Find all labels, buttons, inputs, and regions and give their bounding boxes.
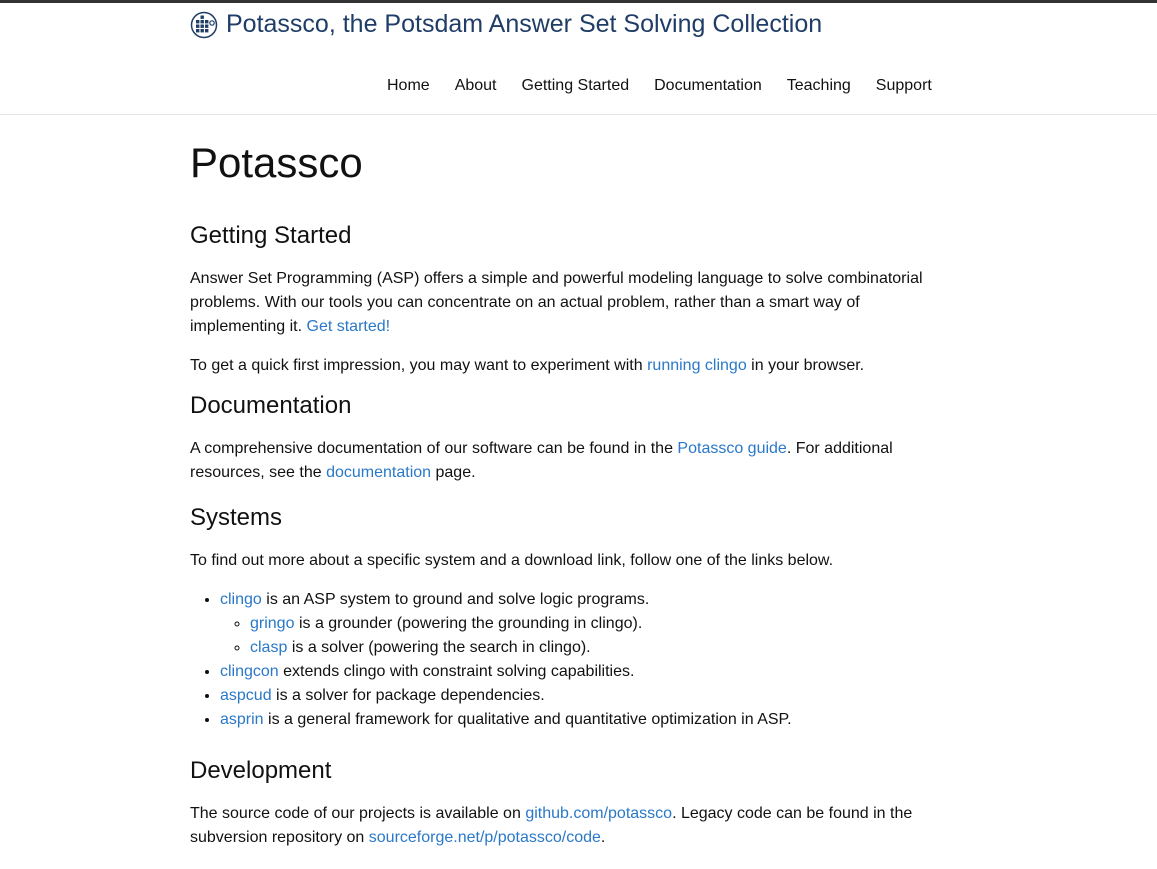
clingo-link[interactable]: clingo — [220, 591, 262, 608]
documentation-text: A comprehensive documentation of our sof… — [190, 440, 673, 457]
getting-started-text: Answer Set Programming (ASP) offers a si… — [190, 270, 923, 335]
quick-impression-paragraph: To get a quick first impression, you may… — [190, 354, 925, 378]
clingo-sublist: gringo is a grounder (powering the groun… — [220, 612, 925, 660]
clingcon-desc: extends clingo with constraint solving c… — [283, 663, 635, 680]
documentation-heading: Documentation — [190, 392, 352, 419]
asprin-link[interactable]: asprin — [220, 711, 264, 728]
list-item: clingo is an ASP system to ground and so… — [220, 588, 925, 660]
nav-support[interactable]: Support — [876, 75, 932, 97]
list-item: clingcon extends clingo with constraint … — [220, 660, 925, 684]
page-title: Potassco — [190, 139, 363, 186]
github-link[interactable]: github.com/potassco — [525, 805, 672, 822]
quick-impression-text-end: in your browser. — [751, 357, 865, 374]
list-item: aspcud is a solver for package dependenc… — [220, 684, 925, 708]
documentation-link[interactable]: documentation — [326, 464, 431, 481]
systems-intro: To find out more about a specific system… — [190, 552, 834, 569]
list-item: gringo is a grounder (powering the groun… — [250, 612, 925, 636]
top-accent-bar — [0, 0, 1157, 3]
clasp-link[interactable]: clasp — [250, 639, 287, 656]
list-item: asprin is a general framework for qualit… — [220, 708, 925, 732]
development-paragraph: The source code of our projects is avail… — [190, 802, 925, 850]
development-text-end: . — [600, 829, 606, 846]
gringo-desc: is a grounder (powering the grounding in… — [298, 615, 643, 632]
documentation-paragraph: A comprehensive documentation of our sof… — [190, 437, 925, 485]
running-clingo-link[interactable]: running clingo — [647, 357, 747, 374]
nav-teaching[interactable]: Teaching — [787, 75, 851, 97]
systems-list: clingo is an ASP system to ground and so… — [190, 588, 925, 732]
quick-impression-text: To get a quick first impression, you may… — [190, 357, 643, 374]
gringo-link[interactable]: gringo — [250, 615, 294, 632]
documentation-text-end: page. — [435, 464, 476, 481]
main-nav: Home About Getting Started Documentation… — [387, 75, 932, 97]
header-divider — [0, 114, 1157, 115]
sourceforge-link[interactable]: sourceforge.net/p/potassco/code — [369, 829, 601, 846]
get-started-link[interactable]: Get started! — [307, 318, 391, 335]
site-title: Potassco, the Potsdam Answer Set Solving… — [226, 10, 823, 38]
nav-about[interactable]: About — [455, 75, 497, 97]
aspcud-link[interactable]: aspcud — [220, 687, 272, 704]
getting-started-paragraph: Answer Set Programming (ASP) offers a si… — [190, 267, 925, 339]
clingo-desc: is an ASP system to ground and solve log… — [266, 591, 650, 608]
asprin-desc: is a general framework for qualitative a… — [268, 711, 792, 728]
clingcon-link[interactable]: clingcon — [220, 663, 279, 680]
site-brand-link[interactable]: Potassco, the Potsdam Answer Set Solving… — [190, 10, 822, 39]
potassco-guide-link[interactable]: Potassco guide — [677, 440, 786, 457]
potassco-logo-icon — [190, 11, 218, 39]
nav-documentation[interactable]: Documentation — [654, 75, 762, 97]
main-content: Potassco Getting Started Answer Set Prog… — [190, 135, 925, 850]
clasp-desc: is a solver (powering the search in clin… — [291, 639, 591, 656]
development-heading: Development — [190, 757, 332, 784]
nav-home[interactable]: Home — [387, 75, 430, 97]
getting-started-heading: Getting Started — [190, 222, 352, 249]
list-item: clasp is a solver (powering the search i… — [250, 636, 925, 660]
aspcud-desc: is a solver for package dependencies. — [276, 687, 545, 704]
development-text: The source code of our projects is avail… — [190, 805, 521, 822]
nav-getting-started[interactable]: Getting Started — [522, 75, 630, 97]
systems-heading: Systems — [190, 504, 283, 531]
